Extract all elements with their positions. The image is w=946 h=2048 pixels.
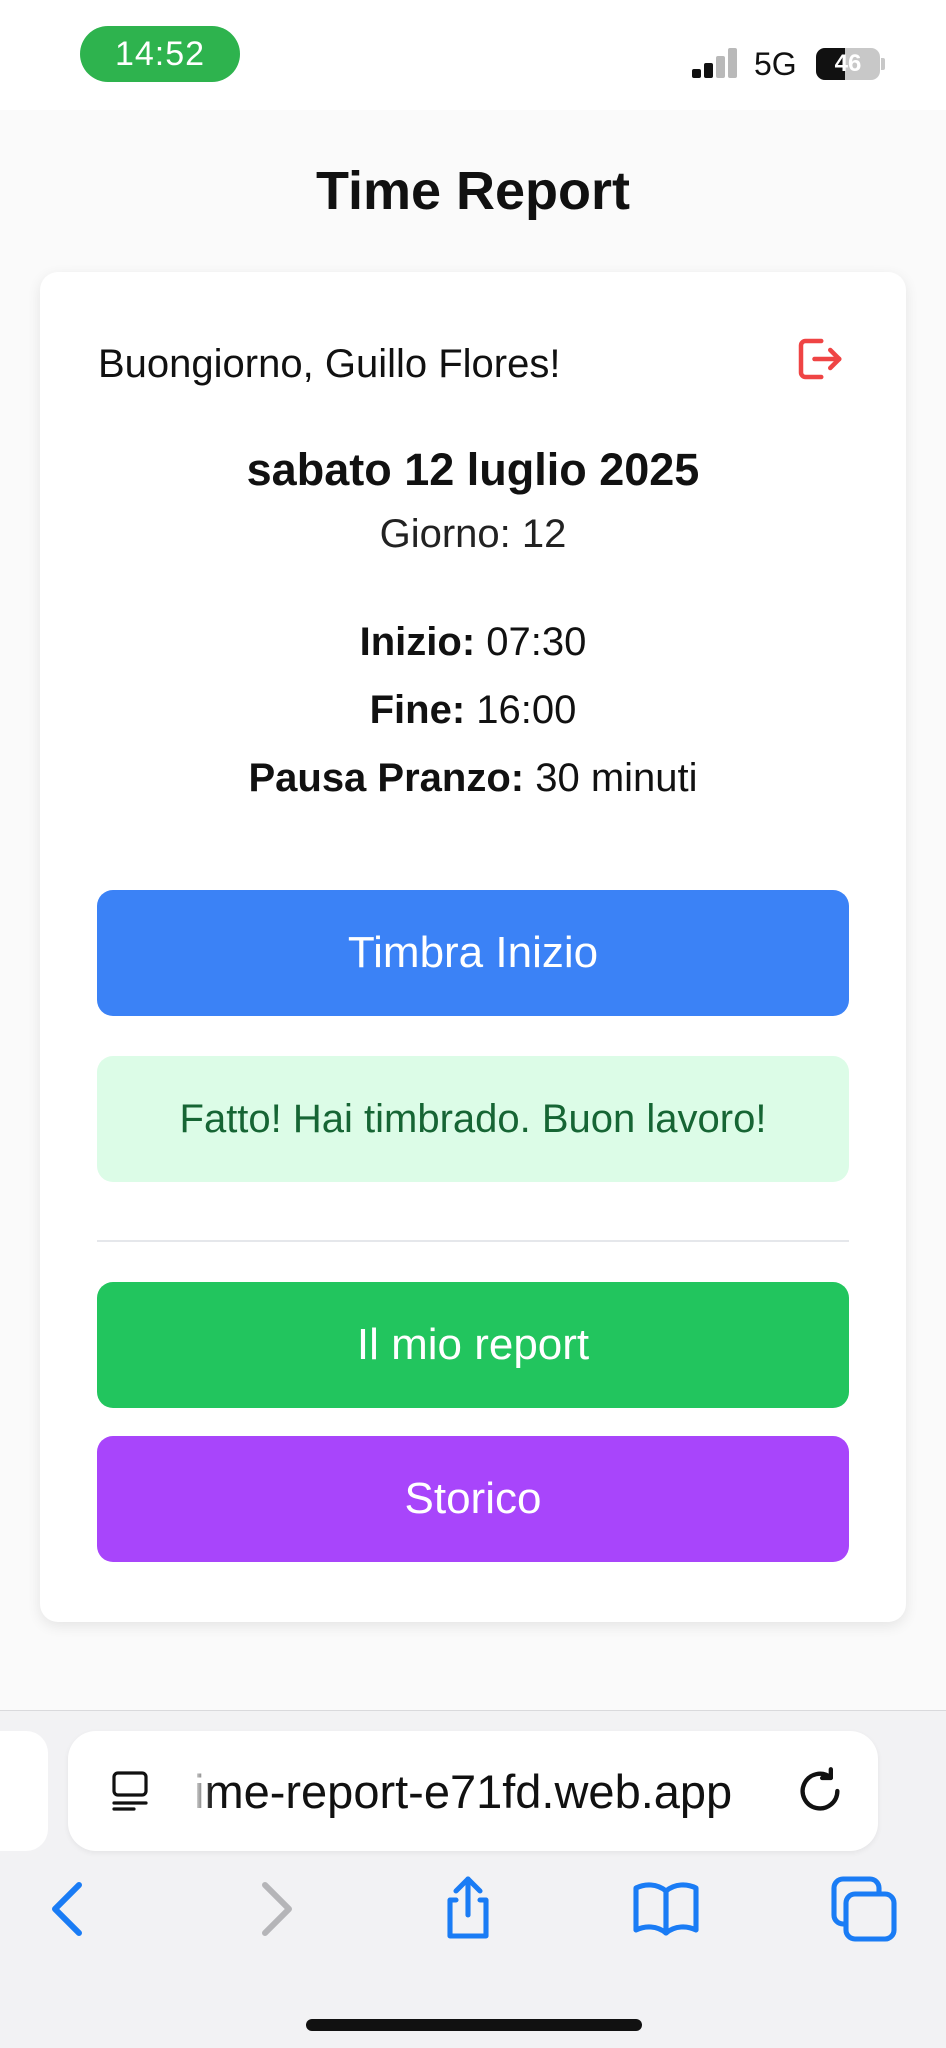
battery-icon: 46 [816,48,880,80]
end-time-value: 16:00 [465,688,577,732]
network-type: 5G [754,46,797,82]
url-text[interactable]: ime-report-e71fd.web.app [194,1731,844,1851]
web-page: Time Report Buongiorno, Guillo Flores! s… [0,110,946,1710]
tabs-icon[interactable] [106,1767,154,1815]
cellular-signal-icon [692,48,740,78]
url-fade [192,1761,212,1821]
start-time-row: Inizio: 07:30 [40,620,906,665]
clock-in-button[interactable]: Timbra Inizio [97,890,849,1016]
history-button[interactable]: Storico [97,1436,849,1562]
lunch-break-value: 30 minuti [524,756,698,800]
end-time-label: Fine: [369,688,466,732]
my-report-button[interactable]: Il mio report [97,1282,849,1408]
lunch-break-row: Pausa Pranzo: 30 minuti [40,756,906,801]
address-bar[interactable]: ime-report-e71fd.web.app [68,1731,878,1851]
end-time-row: Fine: 16:00 [40,688,906,733]
lunch-break-label: Pausa Pranzo: [248,756,525,800]
success-message: Fatto! Hai timbrado. Buon lavoro! [97,1056,849,1182]
greeting-text: Buongiorno, Guillo Flores! [98,342,561,386]
start-time-value: 07:30 [475,620,587,664]
bookmarks-icon[interactable] [630,1873,702,1945]
current-day: Giorno: 12 [379,512,567,556]
status-bar: 14:52 5G 46 [0,0,946,110]
battery-tip [881,58,885,70]
current-date: sabato 12 luglio 2025 [246,444,700,495]
page-title: Time Report [315,161,631,221]
logout-icon[interactable] [792,332,846,386]
back-icon[interactable] [34,1873,106,1945]
battery-level: 46 [834,50,862,77]
browser-toolbar: ime-report-e71fd.web.app [0,1710,946,2048]
tabs-overview-icon[interactable] [828,1873,900,1945]
share-icon[interactable] [432,1873,504,1945]
status-time: 14:52 [80,26,240,82]
start-time-label: Inizio: [359,620,476,664]
home-indicator [306,2019,642,2031]
forward-icon[interactable] [238,1873,310,1945]
previous-tab-peek[interactable] [0,1731,48,1851]
time-card: Buongiorno, Guillo Flores! sabato 12 lug… [40,272,906,1622]
reload-icon[interactable] [794,1765,846,1817]
divider [97,1240,849,1242]
